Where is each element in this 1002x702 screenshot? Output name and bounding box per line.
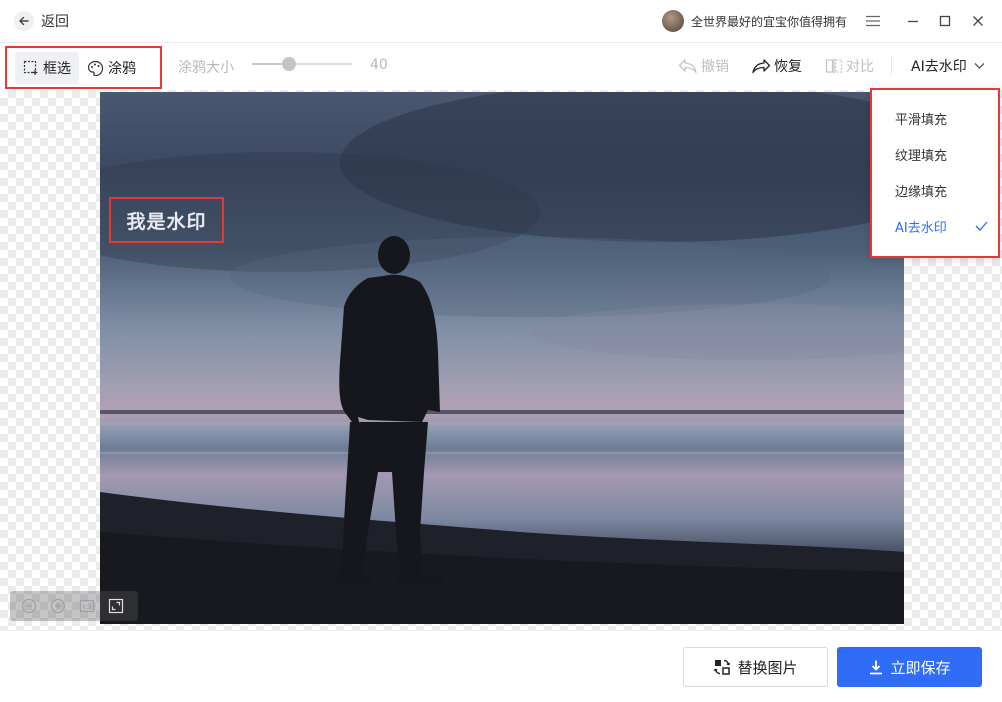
select-tool-label: 框选 <box>43 60 71 77</box>
compare-icon <box>825 58 843 74</box>
back-arrow-icon <box>14 11 34 31</box>
download-icon <box>870 660 883 675</box>
brush-size-value: 40 <box>370 57 388 73</box>
brush-size-slider[interactable] <box>252 57 352 71</box>
redo-label: 恢复 <box>774 59 802 75</box>
zoom-in-button[interactable] <box>49 597 67 615</box>
dropdown-item-smooth-fill[interactable]: 平滑填充 <box>872 100 998 136</box>
tool-group: 框选 涂鸦 <box>5 46 162 89</box>
minimize-button[interactable] <box>903 11 923 31</box>
actual-size-button[interactable] <box>78 597 96 615</box>
dropdown-item-label: 平滑填充 <box>895 112 948 128</box>
replace-image-icon <box>714 659 731 675</box>
chevron-down-icon <box>974 63 985 69</box>
fit-screen-button[interactable] <box>107 597 125 615</box>
zoom-out-button[interactable] <box>20 597 38 615</box>
menu-icon <box>866 15 880 27</box>
brush-tool-button[interactable]: 涂鸦 <box>79 52 144 84</box>
dropdown-item-texture-fill[interactable]: 纹理填充 <box>872 136 998 172</box>
marquee-select-icon <box>23 60 38 75</box>
dropdown-item-label: 纹理填充 <box>895 148 948 164</box>
compare-button[interactable]: 对比 <box>825 55 874 77</box>
dropdown-item-ai-remove-watermark[interactable]: AI去水印 <box>872 208 998 244</box>
username: 全世界最好的宜宝你值得拥有 <box>691 14 848 29</box>
save-label: 立即保存 <box>890 658 951 677</box>
zoom-controls <box>10 591 138 621</box>
mode-select[interactable]: AI去水印 <box>911 55 985 77</box>
user-profile[interactable]: 全世界最好的宜宝你值得拥有 <box>662 9 847 33</box>
zoom-out-icon <box>21 598 37 614</box>
palette-icon <box>87 60 104 76</box>
title-bar: 返回 全世界最好的宜宝你值得拥有 <box>0 0 1002 42</box>
fit-screen-icon <box>108 598 124 614</box>
brush-tool-label: 涂鸦 <box>108 60 136 77</box>
brush-size-label: 涂鸦大小 <box>178 60 234 76</box>
actual-size-icon <box>79 599 95 613</box>
undo-button[interactable]: 撤销 <box>678 55 729 77</box>
avatar <box>662 10 684 32</box>
toolbar-divider <box>891 57 892 75</box>
maximize-button[interactable] <box>935 11 955 31</box>
menu-button[interactable] <box>863 11 883 31</box>
photo[interactable] <box>100 92 904 624</box>
watermark-selection[interactable]: 我是水印 <box>109 197 224 243</box>
close-icon <box>973 16 983 26</box>
dropdown-item-label: 边缘填充 <box>895 184 948 200</box>
redo-button[interactable]: 恢复 <box>751 55 802 77</box>
close-button[interactable] <box>968 11 988 31</box>
watermark-text: 我是水印 <box>126 210 207 233</box>
compare-label: 对比 <box>846 59 874 75</box>
save-button[interactable]: 立即保存 <box>837 647 982 687</box>
select-tool-button[interactable]: 框选 <box>15 51 79 84</box>
toolbar: 框选 涂鸦 涂鸦大小 40 撤销 恢复 对比 AI去水印 <box>0 42 1002 89</box>
image-canvas[interactable]: 我是水印 <box>0 90 1002 630</box>
redo-icon <box>752 59 771 74</box>
slider-thumb[interactable] <box>282 57 296 71</box>
replace-image-button[interactable]: 替换图片 <box>683 647 828 687</box>
bottom-bar: 替换图片 立即保存 <box>0 630 1002 702</box>
mode-select-label: AI去水印 <box>911 59 967 75</box>
dropdown-item-edge-fill[interactable]: 边缘填充 <box>872 172 998 208</box>
back-label: 返回 <box>41 14 69 30</box>
minimize-icon <box>908 20 918 23</box>
back-button[interactable]: 返回 <box>14 10 69 32</box>
undo-icon <box>678 59 697 74</box>
checkmark-icon <box>975 221 988 231</box>
zoom-in-icon <box>50 598 66 614</box>
dropdown-item-label: AI去水印 <box>895 220 947 236</box>
undo-label: 撤销 <box>701 59 729 75</box>
maximize-icon <box>939 15 951 27</box>
fill-mode-dropdown: 平滑填充 纹理填充 边缘填充 AI去水印 <box>870 88 1000 258</box>
replace-image-label: 替换图片 <box>737 658 798 677</box>
